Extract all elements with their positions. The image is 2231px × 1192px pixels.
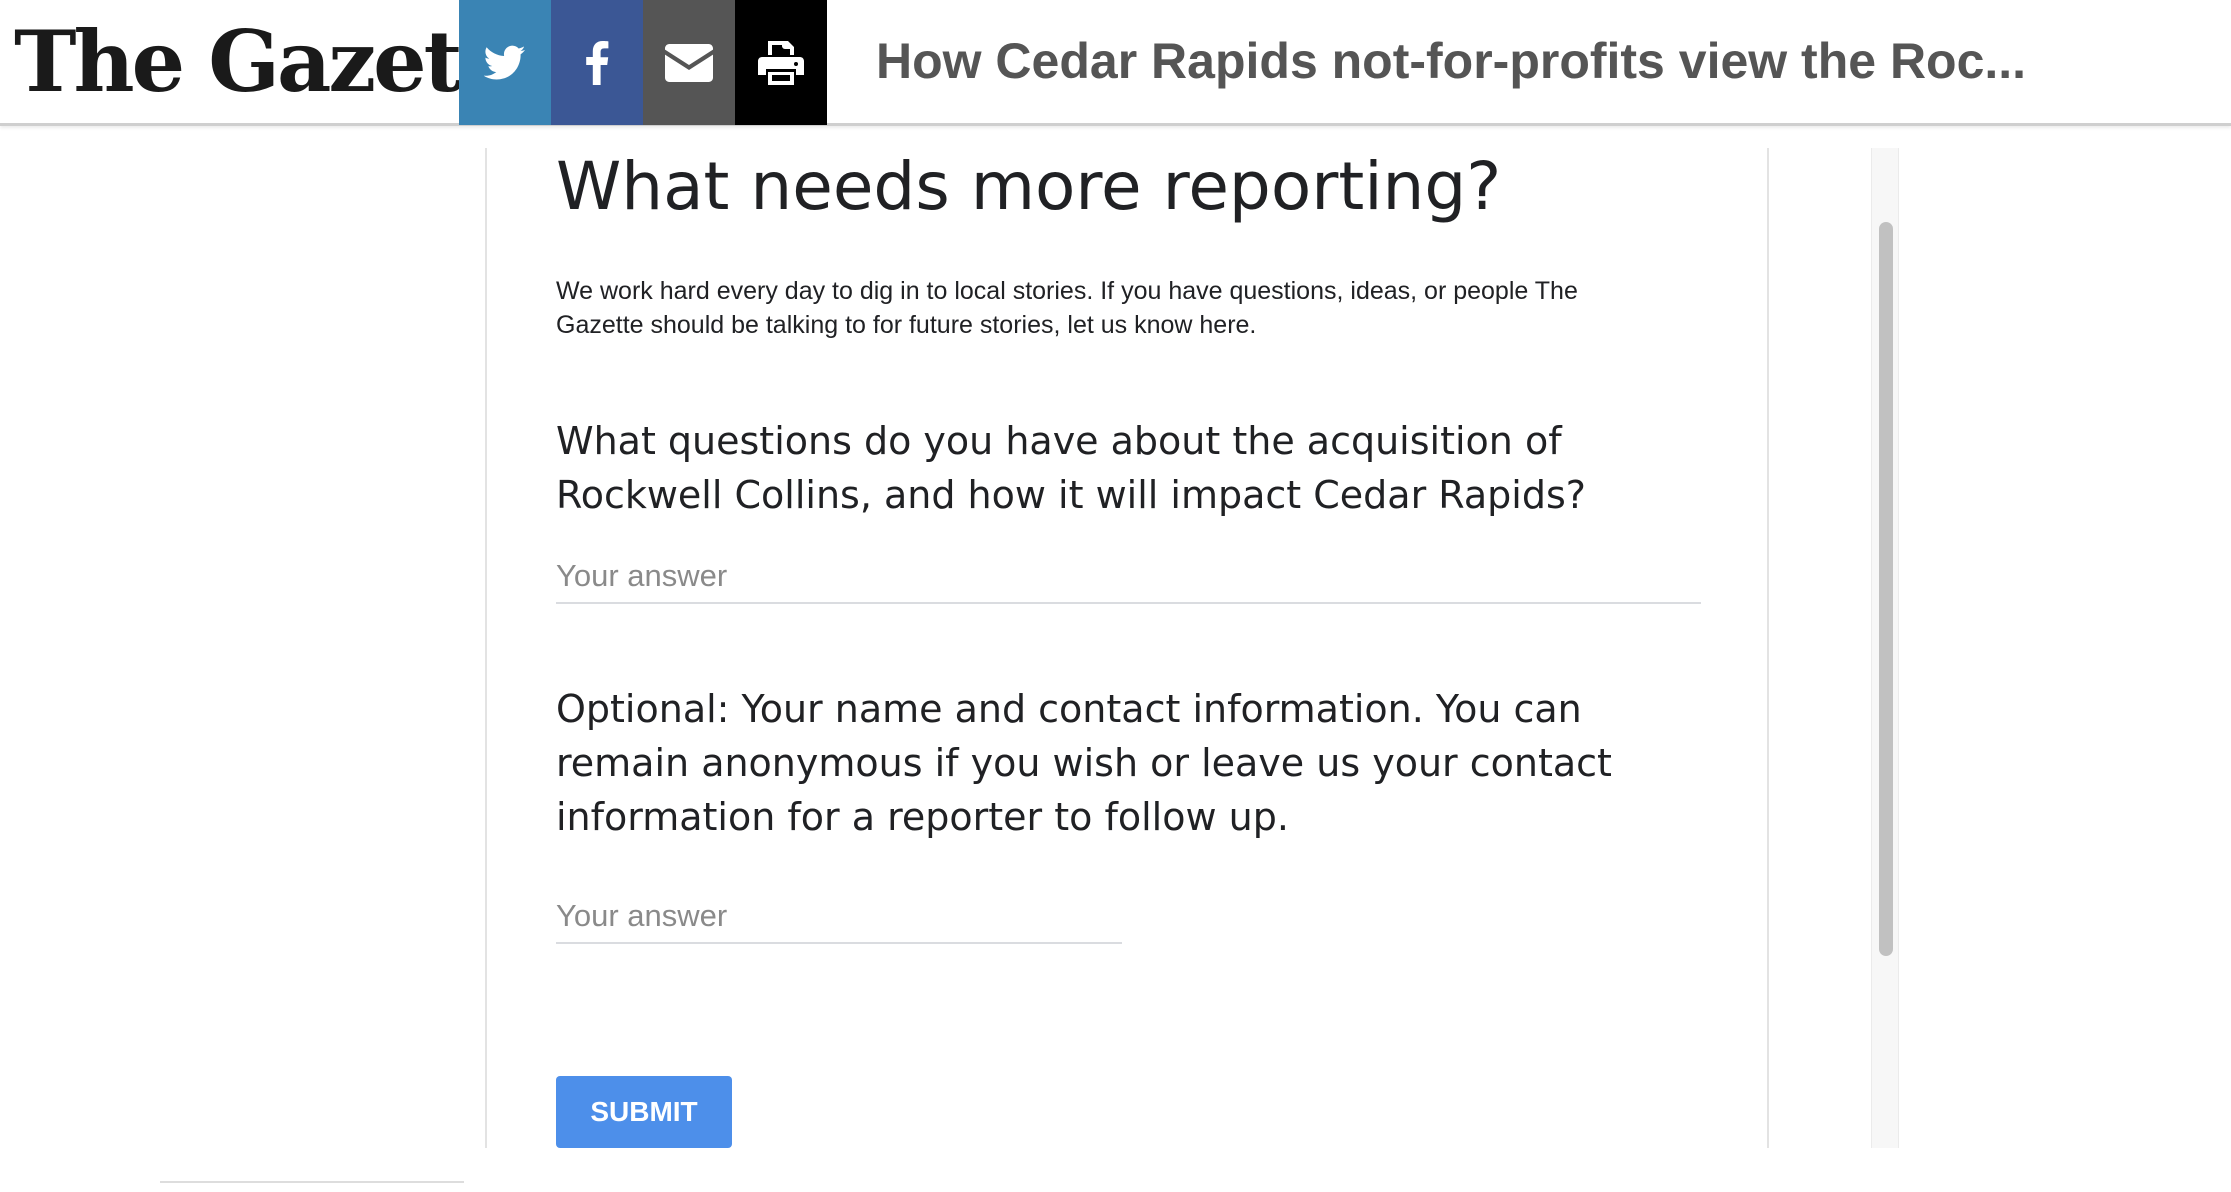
share-email-button[interactable] — [643, 0, 735, 125]
printer-icon — [758, 40, 804, 85]
envelope-icon — [665, 43, 713, 82]
question-label-acquisition: What questions do you have about the acq… — [556, 419, 1586, 517]
google-form-embed: What needs more reporting? We work hard … — [485, 148, 1769, 1148]
top-header-bar: The Gazette How Cedar Rapids not-for-pro… — [0, 0, 2231, 126]
form-title: What needs more reporting? — [556, 148, 1502, 225]
share-twitter-button[interactable] — [459, 0, 551, 125]
twitter-icon — [484, 45, 526, 81]
submit-button[interactable]: SUBMIT — [556, 1076, 732, 1148]
share-print-button[interactable] — [735, 0, 827, 125]
answer-input-acquisition[interactable] — [556, 556, 1701, 604]
facebook-icon — [585, 40, 609, 85]
question-label-contact: Optional: Your name and contact informat… — [556, 687, 1612, 839]
answer-input-contact[interactable] — [556, 896, 1122, 944]
share-facebook-button[interactable] — [551, 0, 643, 125]
article-headline: How Cedar Rapids not-for-profits view th… — [876, 33, 2027, 89]
form-scrollbar-track[interactable] — [1871, 148, 1899, 1148]
form-scrollbar-thumb[interactable] — [1879, 222, 1893, 956]
divider-line — [160, 1181, 464, 1183]
form-description: We work hard every day to dig in to loca… — [556, 277, 1578, 339]
